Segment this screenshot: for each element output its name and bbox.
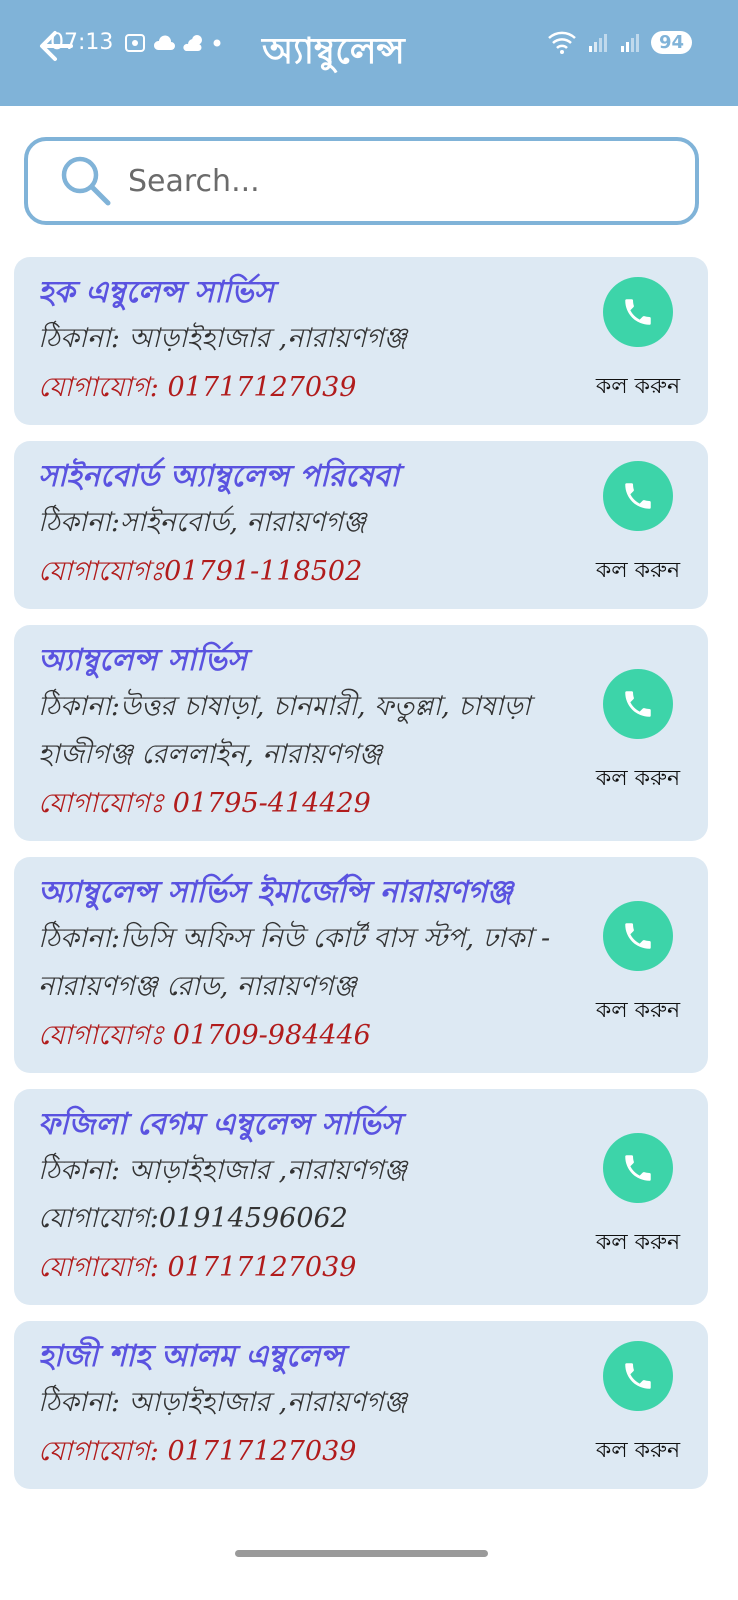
signal-icon	[588, 34, 607, 52]
search-box[interactable]	[24, 137, 699, 225]
call-button[interactable]	[603, 900, 673, 971]
service-name: অ্যাম্বুলেন্স সার্ভিস	[38, 643, 247, 678]
call-area: কল করুন	[578, 857, 698, 1073]
signal-icon-2	[620, 34, 639, 52]
service-contact: যোগাযোগ: 01717127039	[38, 1436, 357, 1467]
call-button[interactable]	[603, 668, 673, 739]
service-address: ঠিকানা: আড়াইহাজার ,নারায়ণগঞ্জ	[38, 323, 407, 354]
call-area: কল করুন	[578, 257, 698, 425]
call-label[interactable]: কল করুন	[596, 993, 680, 1030]
page-title: অ্যাম্বুলেন্স	[262, 31, 405, 72]
call-label[interactable]: কল করুন	[596, 1225, 680, 1262]
call-label[interactable]: কল করুন	[596, 1433, 680, 1470]
list-item: হাজী শাহ আলম এম্বুলেন্স ঠিকানা: আড়াইহাজ…	[14, 1321, 708, 1489]
service-contact-alt: যোগাযোগ:01914596062	[38, 1203, 348, 1234]
app-bar: 07:13 অ্যাম্বুলেন্স 94	[0, 0, 738, 106]
battery-badge: 94	[650, 30, 692, 54]
weather-icon	[183, 35, 202, 51]
status-time: 07:13	[50, 30, 114, 55]
service-name: অ্যাম্বুলেন্স সার্ভিস ইমার্জেন্সি নারায়…	[38, 875, 513, 910]
service-name: ফজিলা বেগম এম্বুলেন্স সার্ভিস	[38, 1107, 401, 1142]
list-item: হক এম্বুলেন্স সার্ভিস ঠিকানা: আড়াইহাজার…	[14, 257, 708, 425]
service-contact: যোগাযোগঃ 01709-984446	[38, 1020, 371, 1051]
ambulance-list: হক এম্বুলেন্স সার্ভিস ঠিকানা: আড়াইহাজার…	[14, 257, 708, 1505]
call-label[interactable]: কল করুন	[596, 369, 680, 406]
call-area: কল করুন	[578, 1321, 698, 1489]
wifi-icon	[548, 31, 576, 54]
list-item: সাইনবোর্ড অ্যাম্বুলেন্স পরিষেবা ঠিকানা:স…	[14, 441, 708, 609]
phone-icon	[625, 1362, 651, 1389]
phone-icon	[625, 922, 651, 949]
service-address: ঠিকানা:উত্তর চাষাড়া, চানমারী, ফতুল্লা, …	[38, 691, 531, 770]
search-input[interactable]	[128, 163, 648, 199]
list-item: অ্যাম্বুলেন্স সার্ভিস ঠিকানা:উত্তর চাষাড…	[14, 625, 708, 841]
dot-icon	[213, 39, 221, 47]
home-indicator[interactable]	[235, 1550, 488, 1557]
status-icons	[124, 32, 222, 54]
service-contact: যোগাযোগ: 01717127039	[38, 1252, 357, 1283]
service-address: ঠিকানা:ডিসি অফিস নিউ কোর্ট বাস স্টপ, ঢাক…	[38, 923, 551, 1002]
phone-icon	[625, 298, 651, 325]
call-area: কল করুন	[578, 441, 698, 609]
call-button[interactable]	[603, 1132, 673, 1203]
phone-icon	[625, 1154, 651, 1181]
service-address: ঠিকানা: আড়াইহাজার ,নারায়ণগঞ্জ	[38, 1155, 407, 1186]
service-name: সাইনবোর্ড অ্যাম্বুলেন্স পরিষেবা	[38, 459, 399, 494]
service-name: হক এম্বুলেন্স সার্ভিস	[38, 275, 274, 310]
service-name: হাজী শাহ আলম এম্বুলেন্স	[38, 1339, 344, 1374]
service-contact: যোগাযোগঃ01791-118502	[38, 556, 363, 587]
service-address: ঠিকানা: আড়াইহাজার ,নারায়ণগঞ্জ	[38, 1387, 407, 1418]
call-button[interactable]	[603, 276, 673, 347]
service-contact: যোগাযোগ: 01717127039	[38, 372, 357, 403]
service-contact: যোগাযোগঃ 01795-414429	[38, 788, 371, 819]
call-area: কল করুন	[578, 625, 698, 841]
list-item: ফজিলা বেগম এম্বুলেন্স সার্ভিস ঠিকানা: আড…	[14, 1089, 708, 1305]
call-label[interactable]: কল করুন	[596, 553, 680, 590]
phone-icon	[625, 690, 651, 717]
service-address: ঠিকানা:সাইনবোর্ড, নারায়ণগঞ্জ	[38, 507, 367, 538]
call-area: কল করুন	[578, 1089, 698, 1305]
status-right: 94	[547, 30, 692, 54]
screenshot-icon	[125, 34, 145, 52]
cloud-icon	[153, 35, 175, 50]
search-icon	[61, 156, 111, 206]
call-label[interactable]: কল করুন	[596, 761, 680, 798]
list-item: অ্যাম্বুলেন্স সার্ভিস ইমার্জেন্সি নারায়…	[14, 857, 708, 1073]
phone-icon	[625, 482, 651, 509]
call-button[interactable]	[603, 460, 673, 531]
call-button[interactable]	[603, 1340, 673, 1411]
